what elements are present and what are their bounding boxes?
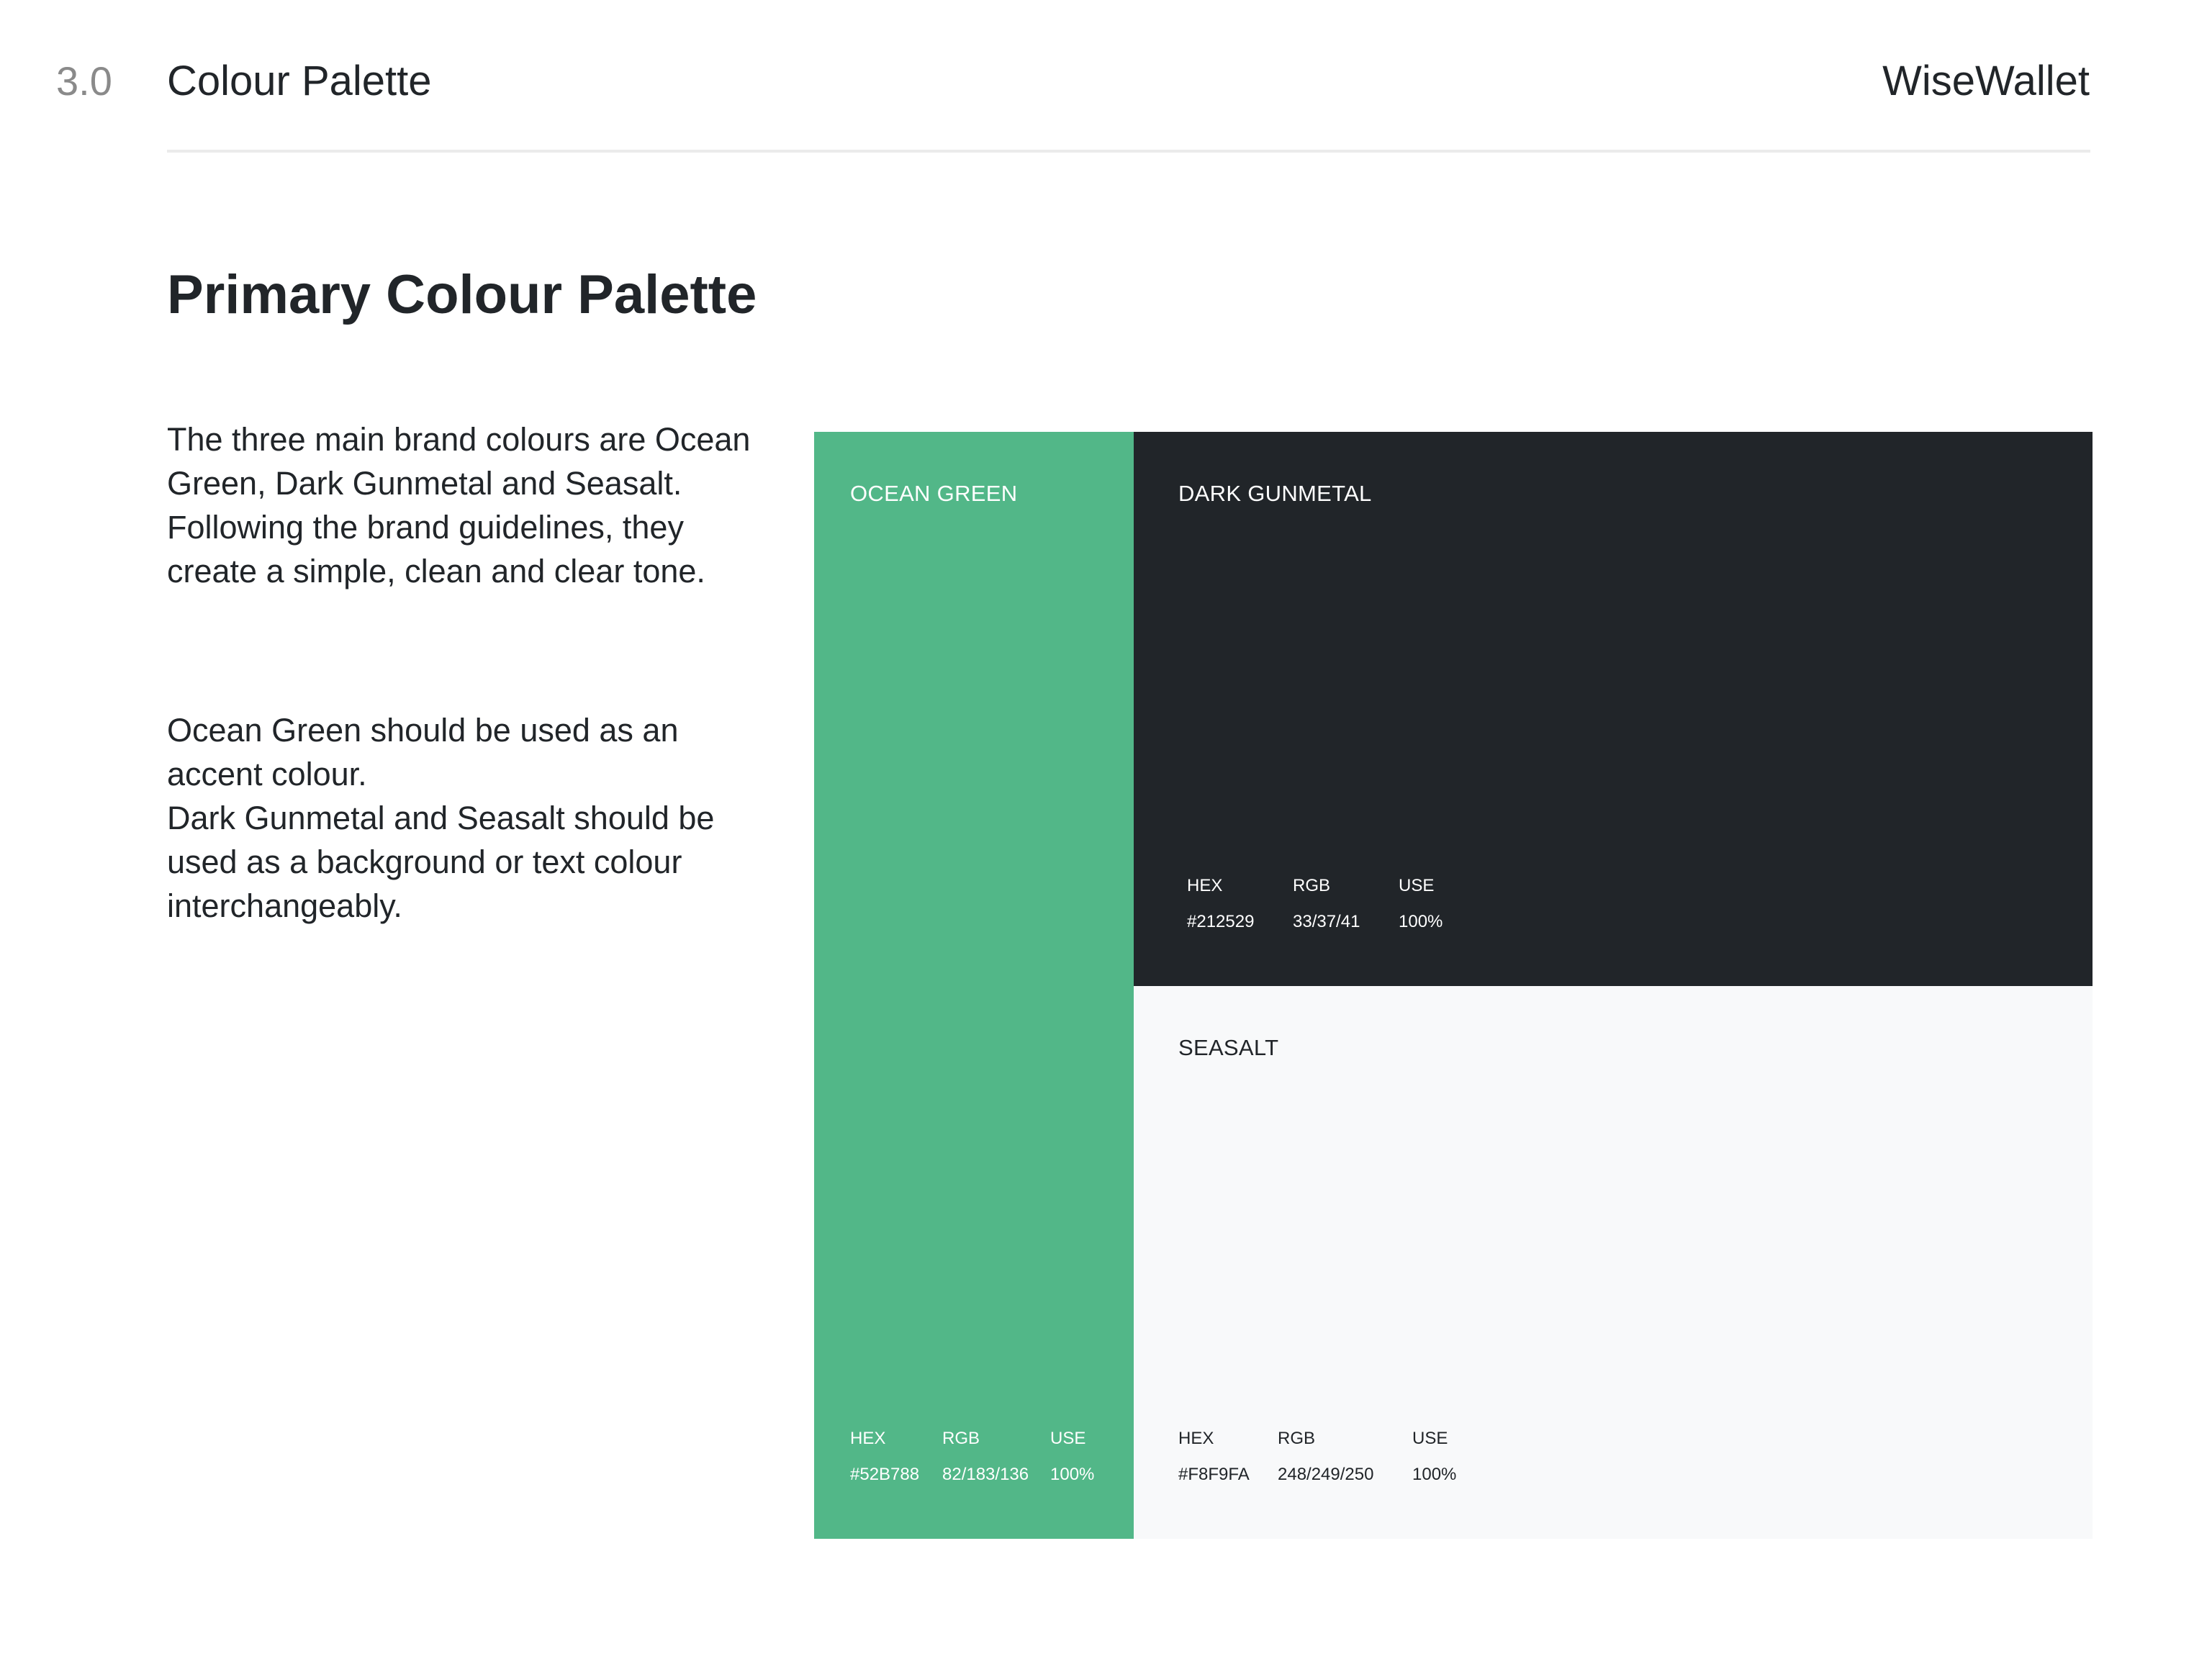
use-label: USE — [1050, 1429, 1086, 1448]
swatch-name: OCEAN GREEN — [850, 481, 1018, 506]
intro-paragraph-2: Ocean Green should be used as an accent … — [167, 712, 715, 924]
swatch-name: SEASALT — [1178, 1035, 1279, 1060]
use-label: USE — [1399, 876, 1435, 895]
rgb-value: 248/249/250 — [1278, 1465, 1374, 1484]
hex-value: #212529 — [1187, 912, 1255, 931]
hex-value: #52B788 — [850, 1465, 920, 1484]
use-label: USE — [1412, 1429, 1448, 1448]
use-value: 100% — [1412, 1465, 1457, 1484]
use-value: 100% — [1399, 912, 1443, 931]
swatch-ocean-green: OCEAN GREEN HEX #52B788 RGB 82/183/136 U… — [814, 432, 1134, 1539]
swatch-spec: HEX #F8F9FA RGB 248/249/250 USE 100% — [1178, 1428, 1456, 1486]
swatch-name: DARK GUNMETAL — [1178, 481, 1372, 506]
swatch-seasalt: SEASALT HEX #F8F9FA RGB 248/249/250 USE … — [1134, 986, 2093, 1539]
page-heading: Primary Colour Palette — [167, 264, 757, 325]
intro-paragraph-1: The three main brand colours are Ocean G… — [167, 421, 751, 589]
section-title: Colour Palette — [167, 58, 432, 104]
swatch-spec: HEX #212529 RGB 33/37/41 USE 100% — [1187, 875, 1443, 933]
section-number: 3.0 — [56, 58, 112, 104]
use-value: 100% — [1050, 1465, 1095, 1484]
rgb-label: RGB — [942, 1429, 980, 1448]
hex-label: HEX — [1178, 1429, 1214, 1448]
rgb-label: RGB — [1293, 876, 1331, 895]
rgb-value: 33/37/41 — [1293, 912, 1360, 931]
rgb-value: 82/183/136 — [942, 1465, 1029, 1484]
swatch-dark-gunmetal: DARK GUNMETAL HEX #212529 RGB 33/37/41 U… — [1134, 432, 2093, 986]
rgb-label: RGB — [1278, 1429, 1316, 1448]
hex-label: HEX — [1187, 876, 1223, 895]
header-divider — [167, 150, 2090, 153]
hex-value: #F8F9FA — [1178, 1465, 1250, 1484]
brand-name: WiseWallet — [1882, 58, 2090, 104]
swatch-spec: HEX #52B788 RGB 82/183/136 USE 100% — [850, 1428, 1094, 1486]
hex-label: HEX — [850, 1429, 886, 1448]
